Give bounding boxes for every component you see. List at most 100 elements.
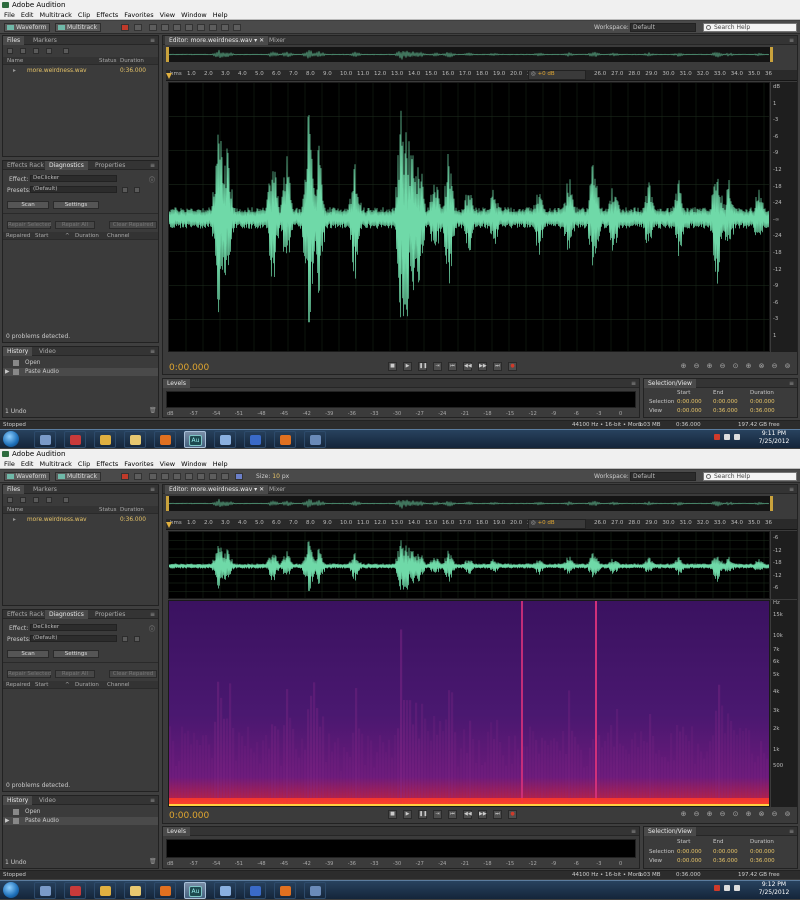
tab-levels[interactable]: Levels [163, 827, 190, 836]
pause-icon[interactable]: ❚❚ [418, 362, 427, 371]
menu-favorites[interactable]: Favorites [124, 460, 153, 468]
flag-icon[interactable] [714, 885, 720, 891]
time-ruler[interactable]: hms 1.0 2.0 3.0 4.0 5.0 6.0 7.0 8.0 9.0 10.0 11.0 12… [166, 70, 797, 81]
hud-gain-value[interactable]: +0 dB [538, 520, 555, 526]
repair-all-button[interactable]: Repair All [55, 670, 95, 678]
clear-repaired-button[interactable]: Clear Repaired [109, 221, 157, 229]
menu-multitrack[interactable]: Multitrack [39, 11, 71, 19]
menu-clip[interactable]: Clip [78, 460, 90, 468]
zoom-out-point-icon[interactable]: ⊖ [770, 362, 779, 371]
tab-diagnostics[interactable]: Diagnostics [45, 161, 88, 170]
move-tool-icon[interactable] [149, 473, 157, 480]
menu-edit[interactable]: Edit [21, 11, 34, 19]
tab-selection-view[interactable]: Selection/View [644, 827, 696, 836]
taskbar-firefox2-app[interactable] [274, 431, 296, 448]
speaker-icon[interactable] [724, 885, 730, 891]
zoom-selection-icon[interactable]: ⊗ [757, 362, 766, 371]
slip-tool-icon[interactable] [173, 24, 181, 31]
history-item[interactable]: ▶ Paste Audio [3, 817, 158, 825]
waveform-view-button[interactable]: Waveform [4, 23, 51, 32]
system-clock[interactable]: 9:11 PM 7/25/2012 [752, 430, 796, 446]
col-duration[interactable]: Duration [120, 506, 144, 514]
selection-start[interactable]: 0:00.000 [677, 849, 702, 855]
brush-size-control[interactable]: Size: 10 px [256, 473, 289, 480]
spot-healing-tool-icon[interactable] [233, 24, 241, 31]
delete-preset-icon[interactable] [134, 636, 140, 642]
menu-edit[interactable]: Edit [21, 460, 34, 468]
panel-menu-icon[interactable]: ≡ [789, 828, 794, 835]
taskbar-au-app[interactable]: Au [184, 882, 206, 899]
marquee-tool-icon[interactable] [197, 24, 205, 31]
clear-repaired-button[interactable]: Clear Repaired [109, 670, 157, 678]
zoom-out-amplitude-icon[interactable]: ⊖ [692, 810, 701, 819]
playhead-marker-icon[interactable] [166, 73, 172, 79]
file-row[interactable]: ▸ more.weirdness.wav 0:36.000 [3, 516, 158, 524]
hud-volume-control[interactable]: ◎ +0 dB [528, 70, 586, 80]
hud-volume-control[interactable]: ◎ +0 dB [528, 519, 586, 529]
previous-icon[interactable]: ⏮ [448, 362, 457, 371]
panel-menu-icon[interactable]: ≡ [631, 828, 636, 835]
taskbar-ie-app[interactable] [214, 431, 236, 448]
view-end[interactable]: 0:36.000 [713, 408, 738, 414]
tab-mixer[interactable]: Mixer [265, 485, 289, 494]
search-help-input[interactable]: Search Help [703, 23, 797, 32]
waveform-display[interactable] [168, 531, 770, 599]
time-selection-tool-icon[interactable] [185, 24, 193, 31]
taskbar-folder-app[interactable] [124, 882, 146, 899]
network-icon[interactable] [734, 434, 740, 440]
taskbar-media-app[interactable] [64, 882, 86, 899]
col-status[interactable]: Status [99, 57, 117, 65]
taskbar-ie-app[interactable] [214, 882, 236, 899]
flag-icon[interactable] [714, 434, 720, 440]
lasso-tool-icon[interactable] [209, 473, 217, 480]
import-file-icon[interactable] [20, 48, 26, 54]
taskbar-firefox-app[interactable] [154, 431, 176, 448]
rewind-icon[interactable]: ◀◀ [463, 362, 472, 371]
panel-menu-icon[interactable]: ≡ [631, 380, 636, 387]
panel-menu-icon[interactable]: ≡ [150, 162, 155, 169]
previous-icon[interactable]: ⏮ [448, 810, 457, 819]
taskbar-firefox2-app[interactable] [274, 882, 296, 899]
system-clock[interactable]: 9:12 PM 7/25/2012 [752, 881, 796, 897]
next-icon[interactable]: ⏭ [493, 810, 502, 819]
zoom-in-time-icon[interactable]: ⊕ [705, 810, 714, 819]
trash-icon[interactable]: 🗑 [149, 858, 157, 865]
multitrack-view-button[interactable]: Multitrack [55, 472, 101, 481]
history-item[interactable]: Open [3, 359, 158, 367]
panel-menu-icon[interactable]: ≡ [150, 797, 155, 804]
save-file-icon[interactable] [46, 48, 52, 54]
tab-files[interactable]: Files [3, 485, 25, 494]
col-channel[interactable]: Channel [107, 232, 130, 240]
repair-all-button[interactable]: Repair All [55, 221, 95, 229]
time-ruler[interactable]: hms 1.0 2.0 3.0 4.0 5.0 6.0 7.0 8.0 9.0 10.0 11.0 12… [166, 519, 797, 530]
zoom-in-point-icon[interactable]: ⊕ [744, 362, 753, 371]
taskbar-folder-app[interactable] [124, 431, 146, 448]
panel-menu-icon[interactable]: ≡ [789, 380, 794, 387]
selection-start[interactable]: 0:00.000 [677, 399, 702, 405]
expand-arrow-icon[interactable]: ▸ [13, 67, 16, 75]
tab-files[interactable]: Files [3, 36, 25, 45]
playhead-marker-icon[interactable] [166, 522, 172, 528]
import-file-icon[interactable] [20, 497, 26, 503]
marquee-tool-icon[interactable] [197, 473, 205, 480]
history-item[interactable]: Open [3, 808, 158, 816]
play-icon[interactable]: ▶ [403, 810, 412, 819]
brush-tool-icon[interactable] [221, 473, 229, 480]
menu-window[interactable]: Window [181, 11, 207, 19]
tab-properties[interactable]: Properties [91, 161, 129, 170]
view-end[interactable]: 0:36.000 [713, 858, 738, 864]
zoom-full-icon[interactable]: ⊙ [731, 810, 740, 819]
play-icon[interactable]: ▶ [403, 362, 412, 371]
waveform-display[interactable] [168, 82, 770, 352]
start-button[interactable] [3, 882, 19, 898]
zoom-full-icon[interactable]: ⊙ [731, 362, 740, 371]
file-row[interactable]: ▸ more.weirdness.wav 0:36.000 [3, 67, 158, 75]
overview-navigator[interactable] [166, 47, 773, 62]
taskbar-word-app[interactable] [244, 431, 266, 448]
pitch-display-icon[interactable] [134, 24, 142, 31]
taskbar-word-app[interactable] [244, 882, 266, 899]
pause-icon[interactable]: ❚❚ [418, 810, 427, 819]
delete-file-icon[interactable] [63, 497, 69, 503]
panel-menu-icon[interactable]: ≡ [150, 348, 155, 355]
zoom-in-point-icon[interactable]: ⊕ [744, 810, 753, 819]
